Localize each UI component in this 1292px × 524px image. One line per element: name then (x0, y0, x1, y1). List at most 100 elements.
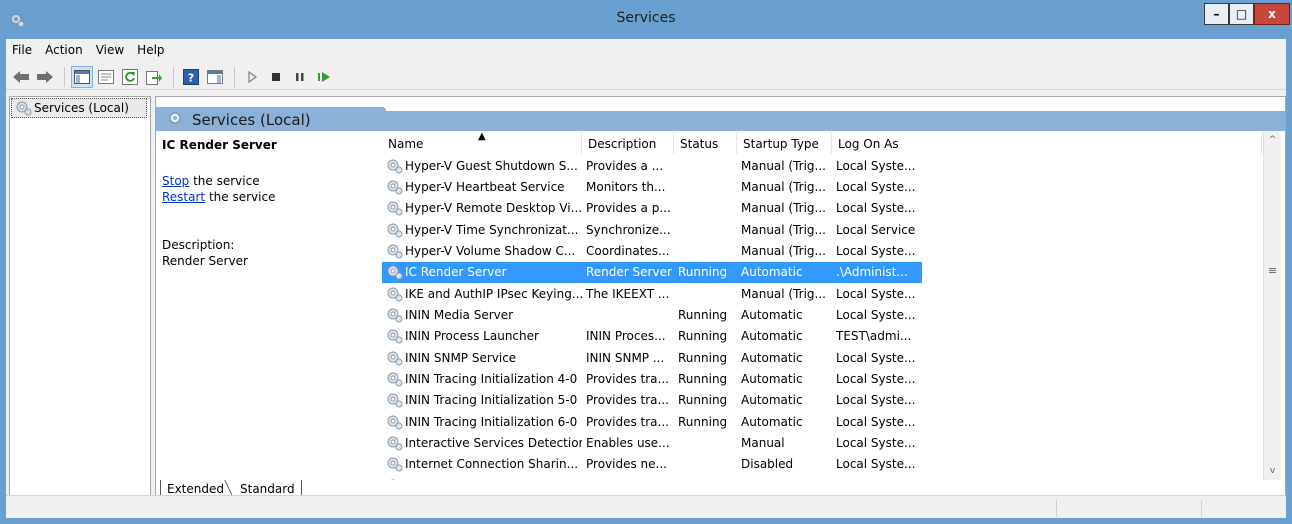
service-log-on-as: Local Syste... (836, 158, 916, 173)
menu-action[interactable]: Action (39, 41, 90, 61)
scroll-down-arrow-icon[interactable]: v (1264, 462, 1281, 480)
service-log-on-as: Local Syste... (836, 201, 916, 216)
vertical-scrollbar[interactable]: ^ ≡ v (1263, 131, 1281, 480)
service-name: IKE and AuthIP IPsec Keying... (405, 286, 582, 301)
back-icon[interactable] (10, 66, 32, 88)
status-separator (1056, 500, 1057, 517)
column-headers: Name ▲ Description Status Startup Type L… (382, 131, 1262, 154)
show-hide-console-tree-icon[interactable] (71, 65, 93, 88)
service-row-cells: ININ Tracing Initialization 4-0 Provides … (382, 368, 922, 389)
minimize-button[interactable]: – (1204, 3, 1229, 25)
column-header-description[interactable]: Description (582, 133, 674, 154)
title-bar[interactable]: Services – □ x (0, 0, 1292, 39)
pause-service-icon[interactable] (289, 66, 311, 88)
service-gear-icon (387, 159, 403, 174)
stop-service-link[interactable]: Stop (162, 174, 189, 188)
service-startup-type: Manual (Trig... (741, 179, 826, 194)
service-row[interactable]: ININ SNMP Service ININ SNMP ... Running Aut… (382, 347, 1262, 368)
pane-header: Services (Local) (156, 97, 1285, 131)
toolbar-separator (173, 66, 174, 87)
scrollbar-thumb[interactable]: ≡ (1265, 261, 1280, 279)
service-row-cells: Hyper-V Remote Desktop Vi... Provides a p… (382, 198, 922, 219)
service-gear-icon (387, 351, 403, 366)
sort-ascending-icon: ▲ (478, 131, 486, 142)
show-action-pane-icon[interactable] (204, 66, 226, 88)
column-header-log-on-as[interactable]: Log On As (832, 133, 1262, 154)
service-name-cell: IKE and AuthIP IPsec Keying... (382, 286, 582, 302)
service-row-cells: ININ Tracing Initialization 6-0 Provides … (382, 411, 922, 432)
description-value: Render Server (162, 254, 248, 268)
service-name: ININ Process Launcher (405, 329, 539, 344)
service-row[interactable]: ININ Tracing Initialization 6-0 Provides … (382, 411, 1262, 432)
service-row[interactable]: ININ Tracing Initialization 5-0 Provides … (382, 390, 1262, 411)
service-row-cells: ININ SNMP Service ININ SNMP ... Running Aut… (382, 347, 922, 368)
column-header-label: Startup Type (743, 137, 819, 151)
service-description: Coordinates... (586, 243, 670, 258)
toolbar: ? (6, 64, 1286, 90)
export-list-icon[interactable] (143, 66, 165, 88)
service-description: Provides tra... (586, 371, 669, 386)
service-startup-type: Manual (Trig... (741, 222, 826, 237)
service-row[interactable]: ININ Tracing Initialization 4-0 Provides … (382, 368, 1262, 389)
status-bar (6, 495, 1286, 518)
service-log-on-as: Local Syste... (836, 286, 916, 301)
service-row[interactable]: Hyper-V Volume Shadow C... Coordinates...… (382, 240, 1262, 261)
service-name-cell: Interactive Services Detection (382, 435, 582, 451)
service-startup-type: Automatic (741, 393, 803, 408)
services-gear-icon (16, 101, 32, 116)
column-header-startup-type[interactable]: Startup Type (737, 133, 832, 154)
service-name: Hyper-V Heartbeat Service (405, 179, 565, 194)
services-list[interactable]: Name ▲ Description Status Startup Type L… (382, 131, 1285, 480)
help-icon[interactable]: ? (180, 66, 202, 88)
maximize-button[interactable]: □ (1229, 3, 1254, 25)
service-row-cells: Interactive Services Detection Enables us… (382, 432, 922, 453)
service-row[interactable]: Internet Connection Sharin... Provides ne… (382, 454, 1262, 475)
start-service-icon[interactable] (241, 66, 263, 88)
tree-item-services-local[interactable]: Services (Local) (11, 98, 147, 118)
service-row[interactable]: ININ Process Launcher ININ Proces... Runni… (382, 326, 1262, 347)
service-startup-type: Manual (Trig... (741, 243, 826, 258)
service-log-on-as: Local Syste... (836, 371, 916, 386)
service-startup-type: Disabled (741, 457, 794, 472)
service-row[interactable]: Hyper-V Heartbeat Service Monitors th... M… (382, 176, 1262, 197)
service-row[interactable]: Hyper-V Time Synchronizat... Synchronize.… (382, 219, 1262, 240)
window-title: Services (616, 10, 676, 26)
column-header-label: Name (388, 137, 424, 151)
service-startup-type: Manual (Trig... (741, 286, 826, 301)
extended-description-panel: IC Render Server Stop the service Restar… (162, 137, 372, 269)
service-log-on-as: Local Syste... (836, 457, 916, 472)
service-rows: Hyper-V Guest Shutdown S... Provides a ..… (382, 155, 1262, 480)
service-row[interactable]: Hyper-V Remote Desktop Vi... Provides a p… (382, 198, 1262, 219)
service-row[interactable]: IC Render Server Render Server Running Auto… (382, 261, 1262, 283)
column-header-name[interactable]: Name ▲ (382, 131, 582, 154)
service-gear-icon (387, 329, 403, 344)
service-description: Synchronize... (586, 222, 671, 237)
service-row-cells: Hyper-V Time Synchronizat... Synchronize.… (382, 219, 922, 240)
column-header-status[interactable]: Status (674, 133, 737, 154)
toolbar-separator (64, 66, 65, 87)
menu-bar: File Action View Help (6, 41, 172, 61)
stop-service-icon[interactable] (265, 66, 287, 88)
close-button[interactable]: x (1254, 3, 1290, 25)
service-row[interactable]: Hyper-V Guest Shutdown S... Provides a ..… (382, 155, 1262, 176)
service-row[interactable]: IKE and AuthIP IPsec Keying... The IKEEXT… (382, 283, 1262, 304)
properties-icon[interactable] (95, 66, 117, 88)
service-startup-type: Manual (Trig... (741, 158, 826, 173)
service-name: ININ SNMP Service (405, 350, 517, 365)
forward-icon[interactable] (34, 66, 56, 88)
menu-help[interactable]: Help (131, 41, 171, 61)
refresh-icon[interactable] (119, 66, 141, 88)
scroll-up-arrow-icon[interactable]: ^ (1264, 131, 1281, 149)
restart-service-link[interactable]: Restart (162, 190, 205, 204)
service-name-cell: ININ Process Launcher (382, 328, 582, 344)
service-row[interactable]: Interactive Services Detection Enables us… (382, 432, 1262, 453)
service-row[interactable]: ININ Media Server Running Automatic Local S… (382, 304, 1262, 325)
service-gear-icon (387, 457, 403, 472)
menu-file[interactable]: File (6, 41, 39, 61)
service-name-cell: Hyper-V Remote Desktop Vi... (382, 200, 582, 216)
description-label: Description: (162, 238, 235, 252)
resume-service-icon[interactable] (313, 66, 335, 88)
menu-view[interactable]: View (90, 41, 131, 61)
service-name: Hyper-V Remote Desktop Vi... (405, 201, 582, 216)
service-startup-type: Automatic (741, 265, 803, 280)
